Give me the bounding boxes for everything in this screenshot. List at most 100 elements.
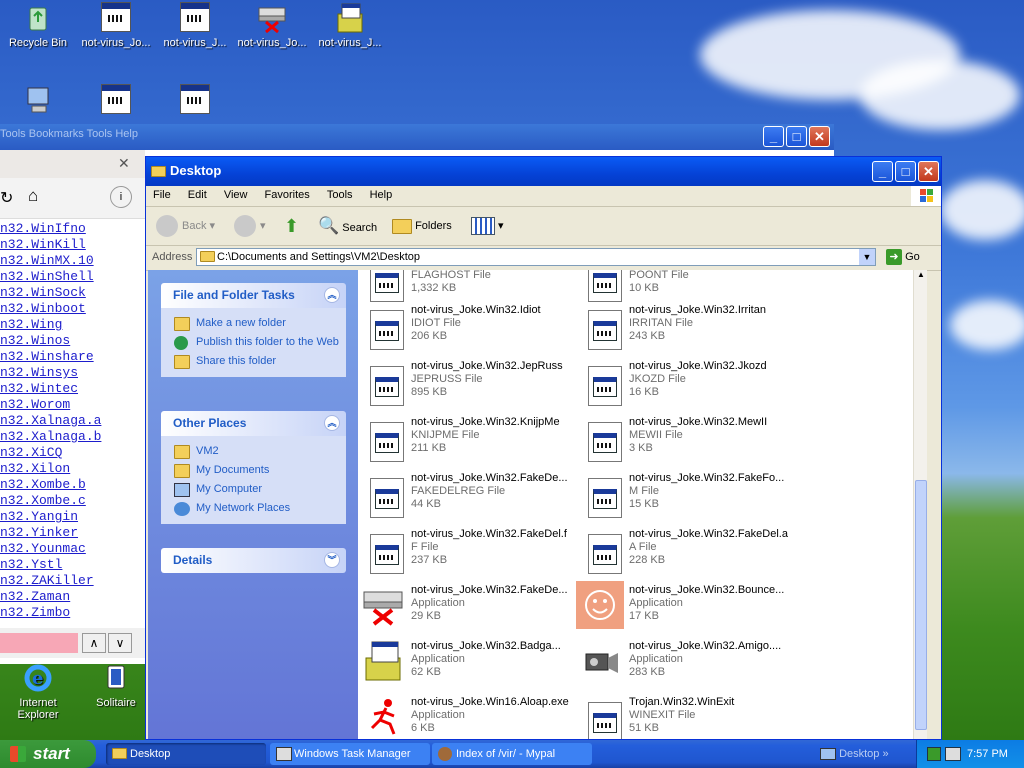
file-item[interactable]: not-virus_Joke.Win32.Jkozd JKOZD File 16 K…: [576, 356, 794, 406]
desktop-icon-joke-5[interactable]: [80, 84, 152, 119]
tray-network-icon[interactable]: [945, 747, 961, 761]
taskbar-item-desktop[interactable]: Desktop: [106, 743, 266, 765]
list-item[interactable]: n32.Ystl: [0, 557, 145, 573]
list-item[interactable]: n32.Xilon: [0, 461, 145, 477]
file-item[interactable]: not-virus_Joke.Win32.FakeDel.f F File 237 …: [358, 524, 576, 574]
desktop-icon-joke-1[interactable]: not-virus_Jo...: [80, 2, 152, 49]
bg-close-button[interactable]: ✕: [809, 126, 830, 147]
file-item[interactable]: not-virus_Joke.Win32.FakeDel.a A File 228 …: [576, 524, 794, 574]
list-item[interactable]: n32.Winboot: [0, 301, 145, 317]
back-button[interactable]: Back ▾: [156, 214, 215, 238]
taskbar-item-mypal[interactable]: Index of /vir/ - Mypal: [432, 743, 592, 765]
clock[interactable]: 7:57 PM: [967, 740, 1008, 768]
place-my-computer[interactable]: My Computer: [161, 480, 346, 499]
list-item[interactable]: n32.WinShell: [0, 269, 145, 285]
file-item[interactable]: not-virus_Joke.Win32.Bounce... Applicatio…: [576, 580, 794, 630]
place-my-network[interactable]: My Network Places: [161, 499, 346, 518]
file-item[interactable]: not-virus_Joke.Win32.Irritan IRRITAN File…: [576, 300, 794, 350]
list-item[interactable]: n32.Yinker: [0, 525, 145, 541]
file-item[interactable]: not-virus_Joke.Win32.Amigo.... Applicatio…: [576, 636, 794, 686]
share-folder-link[interactable]: Share this folder: [161, 352, 346, 371]
forward-button[interactable]: ▾: [234, 214, 266, 238]
bg-minimize-button[interactable]: _: [763, 126, 784, 147]
minimize-button[interactable]: _: [872, 161, 893, 182]
search-button[interactable]: 🔍 Search: [318, 214, 377, 238]
maximize-button[interactable]: □: [895, 161, 916, 182]
list-item[interactable]: n32.Younmac: [0, 541, 145, 557]
file-item[interactable]: not-virus_Joke.Win32.Idiot IDIOT File 206 …: [358, 300, 576, 350]
quick-desktop-toolbar[interactable]: Desktop »: [820, 740, 889, 768]
collapse-chevron-icon[interactable]: ︽: [324, 415, 340, 431]
file-item[interactable]: not-virus_Joke.Win16.Aloap.exe Applicatio…: [358, 692, 576, 739]
panel-header[interactable]: File and Folder Tasks ︽: [161, 283, 346, 308]
address-input[interactable]: C:\Documents and Settings\VM2\Desktop ▼: [196, 248, 876, 266]
place-vm2[interactable]: VM2: [161, 442, 346, 461]
vertical-scrollbar[interactable]: ▲: [913, 270, 927, 739]
list-item[interactable]: n32.Worom: [0, 397, 145, 413]
scroll-thumb[interactable]: [915, 480, 927, 730]
make-new-folder-link[interactable]: Make a new folder: [161, 314, 346, 333]
up-folder-button[interactable]: ⬆: [284, 214, 299, 238]
list-item[interactable]: n32.Xalnaga.a: [0, 413, 145, 429]
find-prev-icon[interactable]: ∧: [82, 633, 106, 653]
file-item[interactable]: FLAGHOST File 1,332 KB: [358, 270, 576, 302]
desktop-icon-joke-3[interactable]: not-virus_Jo...: [236, 2, 308, 49]
find-input[interactable]: [0, 633, 78, 653]
desktop-icon-recycle-bin[interactable]: Recycle Bin: [2, 2, 74, 49]
file-item[interactable]: not-virus_Joke.Win32.KnijpMe KNIJPME File…: [358, 412, 576, 462]
list-item[interactable]: n32.WinIfno: [0, 221, 145, 237]
file-item[interactable]: not-virus_Joke.Win32.JepRuss JEPRUSS File…: [358, 356, 576, 406]
place-my-documents[interactable]: My Documents: [161, 461, 346, 480]
tray-green-icon[interactable]: [927, 747, 941, 761]
file-item[interactable]: POONT File 10 KB: [576, 270, 794, 302]
desktop-icon-my-computer[interactable]: [2, 84, 74, 119]
list-item[interactable]: n32.Wintec: [0, 381, 145, 397]
menu-file[interactable]: File: [146, 186, 178, 201]
list-item[interactable]: n32.WinMX.10: [0, 253, 145, 269]
list-item[interactable]: n32.Zimbo: [0, 605, 145, 621]
panel-header[interactable]: Details ︾: [161, 548, 346, 573]
desktop-icon-joke-2[interactable]: not-virus_J...: [159, 2, 231, 49]
list-item[interactable]: n32.Xombe.b: [0, 477, 145, 493]
menu-favorites[interactable]: Favorites: [258, 186, 317, 201]
list-item[interactable]: n32.WinKill: [0, 237, 145, 253]
scroll-up-button[interactable]: ▲: [914, 270, 927, 282]
expand-chevron-icon[interactable]: ︾: [324, 552, 340, 568]
file-item[interactable]: not-virus_Joke.Win32.FakeDe... FAKEDELREG…: [358, 468, 576, 518]
menu-edit[interactable]: Edit: [181, 186, 214, 201]
explorer-titlebar[interactable]: Desktop _ □ ✕: [146, 157, 941, 186]
find-next-icon[interactable]: ∨: [108, 633, 132, 653]
address-dropdown-icon[interactable]: ▼: [859, 249, 875, 265]
list-item[interactable]: n32.WinSock: [0, 285, 145, 301]
list-item[interactable]: n32.ZAKiller: [0, 573, 145, 589]
go-button[interactable]: ➜ Go: [886, 249, 920, 265]
desktop-icon-joke-4[interactable]: not-virus_J...: [314, 2, 386, 49]
start-button[interactable]: start: [0, 740, 96, 768]
file-item[interactable]: not-virus_Joke.Win32.MewII MEWII File 3 KB: [576, 412, 794, 462]
bg-tab-close-icon[interactable]: ✕: [118, 155, 130, 172]
file-item[interactable]: not-virus_Joke.Win32.FakeDe... Applicatio…: [358, 580, 576, 630]
bg-maximize-button[interactable]: □: [786, 126, 807, 147]
reload-icon[interactable]: ↻: [0, 188, 13, 208]
folders-button[interactable]: Folders: [392, 214, 452, 238]
desktop-icon-joke-6[interactable]: [159, 84, 231, 119]
list-item[interactable]: n32.Winsys: [0, 365, 145, 381]
desktop-icon-solitaire[interactable]: Solitaire: [80, 662, 152, 709]
list-item[interactable]: n32.Xalnaga.b: [0, 429, 145, 445]
taskbar-item-task-manager[interactable]: Windows Task Manager: [270, 743, 430, 765]
panel-header[interactable]: Other Places ︽: [161, 411, 346, 436]
publish-web-link[interactable]: Publish this folder to the Web: [161, 333, 346, 352]
close-button[interactable]: ✕: [918, 161, 939, 182]
list-item[interactable]: n32.XiCQ: [0, 445, 145, 461]
collapse-chevron-icon[interactable]: ︽: [324, 287, 340, 303]
file-item[interactable]: not-virus_Joke.Win32.FakeFo... M File 15 K…: [576, 468, 794, 518]
menu-help[interactable]: Help: [363, 186, 400, 201]
desktop-icon-internet-explorer[interactable]: e Internet Explorer: [2, 662, 74, 721]
menu-tools[interactable]: Tools: [320, 186, 360, 201]
file-item[interactable]: not-virus_Joke.Win32.Badga... Application…: [358, 636, 576, 686]
list-item[interactable]: n32.Zaman: [0, 589, 145, 605]
list-item[interactable]: n32.Wing: [0, 317, 145, 333]
list-item[interactable]: n32.Winshare: [0, 349, 145, 365]
list-item[interactable]: n32.Xombe.c: [0, 493, 145, 509]
views-button[interactable]: ▾: [471, 214, 504, 238]
